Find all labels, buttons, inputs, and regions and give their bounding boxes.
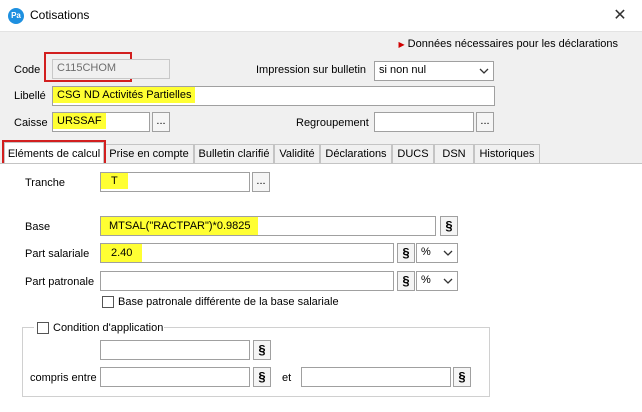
tab-ducs[interactable]: DUCS	[392, 144, 434, 164]
compris-entre-max-field[interactable]	[301, 367, 451, 387]
condition-checkbox[interactable]	[37, 322, 49, 334]
compris-entre-min-field[interactable]	[100, 367, 250, 387]
part-salariale-unit-value: %	[421, 246, 431, 258]
code-label: Code	[14, 64, 41, 76]
close-button[interactable]: ✕	[606, 4, 634, 28]
part-salariale-field[interactable]: 2.40	[100, 243, 394, 263]
impression-select[interactable]: si non nul	[374, 61, 494, 81]
caisse-browse-button[interactable]: ...	[152, 112, 170, 132]
code-field[interactable]: C115CHOM	[52, 59, 170, 79]
caisse-label: Caisse	[14, 117, 48, 129]
base-field[interactable]: MTSAL("RACTPAR")*0.9825	[100, 216, 436, 236]
triangle-marker-icon: ▶	[398, 40, 405, 49]
window-title: Cotisations	[30, 8, 90, 22]
part-salariale-formula-button[interactable]: §	[397, 243, 415, 263]
tab-historiques[interactable]: Historiques	[474, 144, 540, 164]
regroupement-label: Regroupement	[296, 117, 369, 129]
tranche-label: Tranche	[25, 177, 65, 189]
part-patronale-field[interactable]	[100, 271, 394, 291]
impression-select-value: si non nul	[379, 64, 427, 76]
tab-bulletin-clarifie[interactable]: Bulletin clarifié	[194, 144, 274, 164]
base-value: MTSAL("RACTPAR")*0.9825	[101, 217, 259, 235]
required-fields-note-text: Données nécessaires pour les déclaration…	[407, 38, 618, 50]
tab-validite[interactable]: Validité	[274, 144, 320, 164]
part-salariale-value: 2.40	[101, 244, 143, 262]
base-label: Base	[25, 221, 51, 233]
compris-entre-label: compris entre	[30, 372, 97, 384]
title-bar	[0, 0, 642, 32]
chevron-down-icon	[443, 250, 453, 256]
chevron-down-icon	[443, 278, 453, 284]
regroupement-browse-button[interactable]: ...	[476, 112, 494, 132]
compris-entre-max-formula-button[interactable]: §	[453, 367, 471, 387]
base-patronale-diff-checkbox[interactable]	[102, 296, 114, 308]
chevron-down-icon	[479, 68, 489, 74]
caisse-value: URSSAF	[53, 113, 106, 129]
part-salariale-label: Part salariale	[25, 248, 90, 260]
base-formula-button[interactable]: §	[440, 216, 458, 236]
condition-formula-field[interactable]	[100, 340, 250, 360]
condition-label: Condition d'application	[53, 322, 164, 334]
part-patronale-unit-select[interactable]: %	[416, 271, 458, 291]
tab-dsn[interactable]: DSN	[434, 144, 474, 164]
tranche-value: T	[101, 173, 128, 189]
part-patronale-label: Part patronale	[25, 276, 95, 288]
condition-formula-button[interactable]: §	[253, 340, 271, 360]
part-patronale-formula-button[interactable]: §	[397, 271, 415, 291]
tab-declarations[interactable]: Déclarations	[320, 144, 392, 164]
app-logo-icon: Pa	[8, 8, 24, 24]
libelle-field[interactable]: CSG ND Activités Partielles	[52, 86, 495, 106]
caisse-field[interactable]: URSSAF	[52, 112, 150, 132]
base-patronale-diff-label: Base patronale différente de la base sal…	[118, 296, 339, 308]
impression-label: Impression sur bulletin	[256, 64, 367, 76]
compris-entre-min-formula-button[interactable]: §	[253, 367, 271, 387]
part-patronale-unit-value: %	[421, 274, 431, 286]
regroupement-field[interactable]	[374, 112, 474, 132]
tranche-field[interactable]: T	[100, 172, 250, 192]
et-label: et	[282, 372, 292, 384]
tab-prise-en-compte[interactable]: Prise en compte	[104, 144, 194, 164]
part-salariale-unit-select[interactable]: %	[416, 243, 458, 263]
libelle-value: CSG ND Activités Partielles	[53, 87, 196, 103]
required-fields-note: ▶ Données nécessaires pour les déclarati…	[398, 38, 618, 50]
tranche-browse-button[interactable]: ...	[252, 172, 270, 192]
libelle-label: Libellé	[14, 90, 46, 102]
